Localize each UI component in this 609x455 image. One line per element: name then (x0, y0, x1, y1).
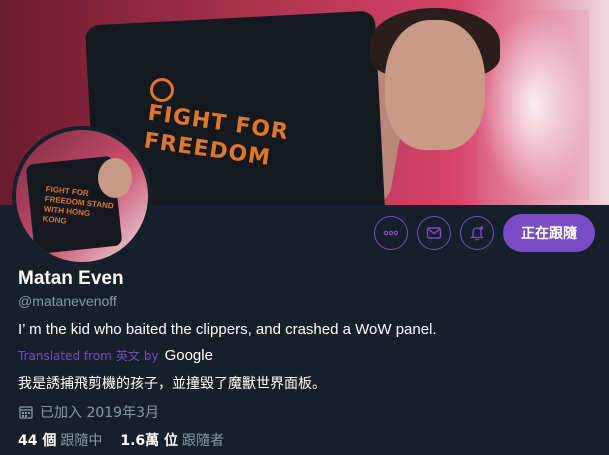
notifications-button[interactable] (460, 216, 494, 250)
followers-stat[interactable]: 1.6萬 位 跟隨者 (120, 430, 224, 450)
translated-by: by (143, 348, 159, 363)
followers-label: 跟隨者 (182, 433, 225, 449)
mail-icon (426, 227, 442, 239)
message-button[interactable] (417, 216, 451, 250)
translation-attribution: Translated from 英文 by Google (18, 347, 213, 364)
avatar[interactable]: FIGHT FOR FREEDOM STAND WITH HONG KONG (12, 126, 152, 266)
following-count: 44 個 (18, 433, 57, 449)
user-handle: @matanevenoff (18, 293, 117, 309)
profile-actions: 正在跟隨 (374, 214, 595, 252)
following-stat[interactable]: 44 個 跟隨中 (18, 430, 102, 450)
translated-language: 英文 (115, 349, 140, 363)
avatar-face (98, 158, 132, 198)
more-button[interactable] (374, 216, 408, 250)
translated-prefix: Translated from (18, 348, 112, 363)
profile-stats: 44 個 跟隨中 1.6萬 位 跟隨者 (18, 430, 224, 450)
join-date-text: 已加入 2019年3月 (40, 405, 159, 421)
bio-text: I’ m the kid who baited the clippers, an… (18, 321, 437, 338)
more-icon (383, 230, 399, 236)
display-name: Matan Even (18, 268, 124, 289)
banner-face (385, 20, 485, 150)
calendar-icon (19, 406, 33, 419)
following-button[interactable]: 正在跟隨 (503, 214, 595, 252)
bio-translation: 我是誘捕飛剪機的孩子，並撞毀了魔獸世界面板。 (18, 376, 326, 392)
google-logo: Google (164, 347, 213, 364)
following-label: 跟隨中 (60, 433, 103, 449)
banner-shirt-logo (150, 78, 174, 102)
join-date: 已加入 2019年3月 (18, 402, 159, 422)
followers-count: 1.6萬 位 (120, 433, 179, 449)
bell-plus-icon (469, 226, 485, 241)
